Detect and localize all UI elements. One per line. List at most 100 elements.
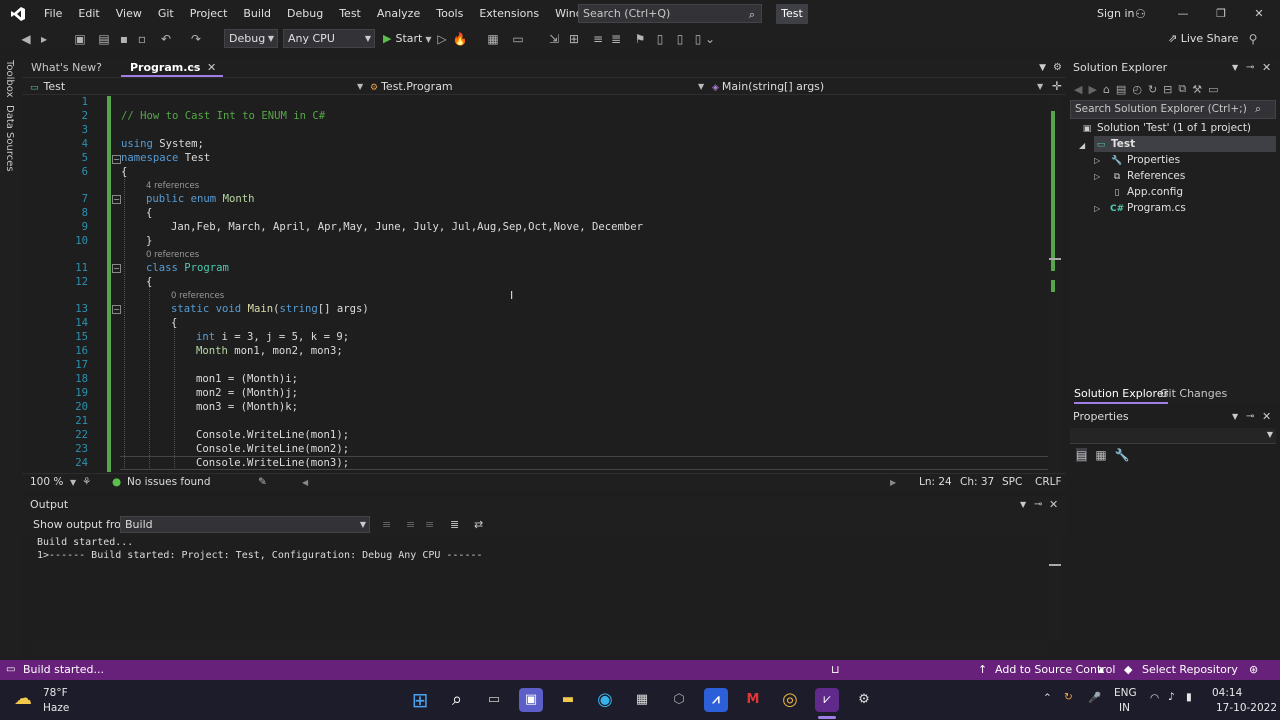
menu-tools[interactable]: Tools [428, 0, 471, 28]
zoom-level[interactable]: 100 % [30, 474, 63, 491]
bookmark-prev-icon[interactable]: ▯ [652, 31, 668, 47]
sign-in-link[interactable]: Sign in [1097, 0, 1135, 28]
layout-icon[interactable]: ▭ [510, 31, 526, 47]
switch-views-icon[interactable]: ▤ [1116, 83, 1126, 96]
sync-icon[interactable]: ↻ [1148, 83, 1157, 96]
visual-studio-logo-icon[interactable] [0, 0, 36, 28]
weather-icon[interactable]: ☁ [14, 688, 32, 709]
menu-analyze[interactable]: Analyze [369, 0, 428, 28]
settings-gear-icon[interactable]: ⚙ [852, 688, 876, 712]
maximize-icon[interactable]: ❐ [1202, 0, 1240, 28]
weather-condition[interactable]: Haze [43, 702, 69, 714]
scroll-left-icon[interactable]: ◀ [302, 474, 308, 491]
menu-extensions[interactable]: Extensions [471, 0, 547, 28]
close-icon[interactable]: ✕ [1240, 0, 1278, 28]
live-share-button[interactable]: ⇗ Live Share [1168, 30, 1238, 48]
collapsed-arrow-icon[interactable]: ▷ [1094, 204, 1100, 213]
search-input[interactable]: Search (Ctrl+Q) ⌕ [578, 4, 762, 23]
file-explorer-icon[interactable]: ▬ [556, 688, 580, 712]
menu-test[interactable]: Test [331, 0, 369, 28]
issues-status[interactable]: No issues found [127, 474, 211, 491]
tree-item-properties[interactable]: 🔧 Properties [1110, 152, 1180, 168]
output-vertical-scrollbar[interactable] [1048, 536, 1062, 642]
word-wrap-icon[interactable]: ⇄ [474, 518, 483, 531]
visual-studio-taskbar-icon[interactable]: ⩗ [815, 688, 839, 712]
start-debugging-button[interactable]: ▶ Start ▼ [383, 30, 432, 48]
comment-icon[interactable]: ≡ [590, 31, 606, 47]
microphone-icon[interactable]: 🎤 [1088, 691, 1101, 704]
tab-whats-new[interactable]: What's New? [22, 59, 118, 77]
tab-solution-explorer[interactable]: Solution Explorer [1074, 386, 1169, 404]
codelens-references[interactable]: 0 references [171, 291, 224, 301]
toolbox-tab[interactable]: Toolbox [4, 60, 15, 98]
tree-item-program-cs[interactable]: C# Program.cs [1110, 200, 1186, 216]
scroll-thumb[interactable] [1049, 564, 1061, 566]
app-icon[interactable]: ⬡ [667, 688, 691, 712]
prev-message-icon[interactable]: ≡ [406, 518, 415, 531]
weather-temperature[interactable]: 78°F [43, 687, 68, 699]
teams-chat-icon[interactable]: ▣ [519, 688, 543, 712]
split-editor-icon[interactable]: ✛ [1052, 78, 1062, 95]
collapse-all-icon[interactable]: ⊟ [1163, 83, 1172, 96]
toolbar-overflow-icon[interactable]: ⌄ [702, 31, 718, 47]
codelens-references[interactable]: 0 references [146, 250, 199, 260]
cleanup-icon[interactable]: ✎ [258, 474, 267, 491]
cursor-column[interactable]: Ch: 37 [960, 474, 994, 491]
find-message-icon[interactable]: ≡ [382, 518, 391, 531]
chevron-up-icon[interactable]: ⌃ [1043, 692, 1052, 704]
configuration-select[interactable]: Debug ▼ [224, 29, 278, 48]
class-dropdown[interactable]: ⚙ Test.Program ▼ [370, 78, 708, 95]
chrome-browser-icon[interactable]: ◎ [778, 688, 802, 712]
notifications-bell-icon[interactable]: ⊛ [1249, 660, 1258, 680]
account-icon[interactable]: ⚇ [1135, 7, 1146, 21]
undo-icon[interactable]: ↶ [158, 31, 174, 47]
redo-icon[interactable]: ↷ [188, 31, 204, 47]
vscode-like-icon[interactable]: ⩘ [704, 688, 728, 712]
home-icon[interactable]: ⌂ [1103, 83, 1110, 96]
next-message-icon[interactable]: ≡ [425, 518, 434, 531]
whitespace-mode[interactable]: SPC [1002, 474, 1022, 491]
select-repository[interactable]: Select Repository [1142, 660, 1238, 680]
scroll-thumb[interactable] [1049, 258, 1061, 260]
pin-icon[interactable]: ⊸ [1246, 59, 1254, 77]
save-icon[interactable]: ▪ [116, 31, 132, 47]
tab-git-changes[interactable]: Git Changes [1160, 386, 1227, 402]
panel-options-icon[interactable]: ▼ [1232, 59, 1238, 77]
gear-icon[interactable]: ⚙ [1053, 59, 1062, 77]
alphabetical-icon[interactable]: ▦ [1095, 448, 1106, 462]
pending-changes-icon[interactable]: ◴ [1132, 83, 1142, 96]
volume-icon[interactable]: ♪ [1168, 691, 1175, 703]
tree-item-app-config[interactable]: ▯ App.config [1110, 184, 1183, 200]
format-icon[interactable]: ⊞ [566, 31, 582, 47]
menu-project[interactable]: Project [182, 0, 236, 28]
output-status-icon[interactable]: ▭ [6, 660, 15, 680]
step-icon[interactable]: ⇲ [546, 31, 562, 47]
collapsed-arrow-icon[interactable]: ▷ [1094, 156, 1100, 165]
collapsed-arrow-icon[interactable]: ▷ [1094, 172, 1100, 181]
property-pages-icon[interactable]: 🔧 [1115, 448, 1130, 462]
data-sources-tab[interactable]: Data Sources [4, 105, 15, 172]
save-all-icon[interactable]: ▫ [134, 31, 150, 47]
properties-icon[interactable]: ⚒ [1192, 83, 1202, 96]
uncomment-icon[interactable]: ≣ [608, 31, 624, 47]
pin-icon[interactable]: ⊸ [1034, 496, 1042, 514]
health-icon[interactable]: ⚘ [82, 474, 91, 491]
publish-icon[interactable]: ▦ [485, 31, 501, 47]
close-panel-icon[interactable]: ✕ [1049, 496, 1058, 514]
sync-icon[interactable]: ↻ [1064, 691, 1073, 703]
expanded-arrow-icon[interactable]: ◢ [1079, 141, 1085, 150]
tree-solution-node[interactable]: ▣ Solution 'Test' (1 of 1 project) [1080, 120, 1251, 136]
menu-git[interactable]: Git [150, 0, 182, 28]
back-icon[interactable]: ◀ [1074, 83, 1082, 96]
language-primary[interactable]: ENG [1114, 687, 1137, 699]
menu-build[interactable]: Build [235, 0, 279, 28]
output-text[interactable]: Build started... 1>------ Build started:… [30, 536, 1064, 642]
close-tab-icon[interactable]: ✕ [207, 59, 216, 77]
store-icon[interactable]: ▦ [630, 688, 654, 712]
close-panel-icon[interactable]: ✕ [1262, 59, 1271, 77]
scroll-right-icon[interactable]: ▶ [890, 474, 896, 491]
minimize-icon[interactable]: — [1164, 0, 1202, 28]
bookmark-next-icon[interactable]: ▯ [672, 31, 688, 47]
bookmark-icon[interactable]: ⚑ [632, 31, 648, 47]
line-ending[interactable]: CRLF [1035, 474, 1062, 491]
